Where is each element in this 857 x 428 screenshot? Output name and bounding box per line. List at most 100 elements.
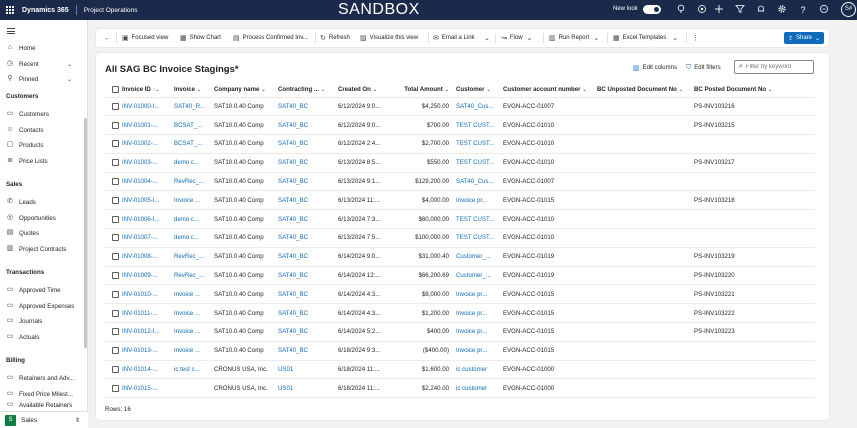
customer-cell[interactable]: TEST CUST... (456, 153, 503, 173)
contracting-unit-cell[interactable]: SAT40_BC (278, 284, 338, 305)
brand-title[interactable]: Dynamics 365 (22, 7, 69, 14)
chevron-down-icon[interactable]: ⌄ (67, 61, 72, 68)
contracting-unit-cell[interactable]: SAT40_BC (278, 303, 338, 324)
invoice-id-cell[interactable]: INV-01013-... (122, 341, 174, 361)
column-header-bc-posted-document-no[interactable]: BC Posted Document No ⌄ (694, 83, 815, 98)
column-header-bc-unposted-document-no[interactable]: BC Unposted Document No ⌄ (597, 83, 694, 98)
invoice-cell[interactable]: Invoice ... (174, 284, 214, 305)
table-row[interactable]: INV-01014-... ic test c... CRONUS USA, Inc… (105, 360, 815, 380)
contracting-unit-cell[interactable]: US01 (278, 378, 338, 399)
customer-cell[interactable]: SAT40_Cus... (456, 172, 503, 192)
invoice-id-cell[interactable]: INV-01000-I... (122, 97, 174, 117)
invoice-id-cell[interactable]: INV-01011-... (122, 303, 174, 324)
flow-button[interactable]: ↝ Flow ⌄ (501, 29, 535, 47)
invoice-cell[interactable]: demo c... (174, 153, 214, 173)
customer-cell[interactable]: Invoice pr... (456, 303, 503, 324)
lightbulb-icon[interactable] (675, 4, 687, 16)
sidebar-item-journals[interactable]: ▭ Journals (0, 314, 84, 328)
select-all-checkbox[interactable] (105, 83, 122, 98)
invoice-id-cell[interactable]: INV-01010-... (122, 284, 174, 305)
customer-cell[interactable]: ic customer (456, 378, 503, 399)
invoice-cell[interactable]: RevRec_... (174, 172, 214, 192)
invoice-cell[interactable]: RevRec_... (174, 247, 214, 267)
invoice-id-cell[interactable]: INV-01012-I... (122, 322, 174, 342)
column-header-invoice-id[interactable]: Invoice ID ↑⌄ (122, 83, 174, 98)
table-row[interactable]: INV-01007-... demo c... SAT10.0.40 Comp SAT… (105, 228, 815, 248)
customer-cell[interactable]: TEST CUST... (456, 134, 503, 154)
sidebar-item-home[interactable]: ⌂ Home (0, 41, 84, 55)
column-header-customer-account-number[interactable]: Customer account number ⌄ (503, 83, 597, 98)
contracting-unit-cell[interactable]: SAT40_BC (278, 322, 338, 342)
refresh-button[interactable]: ↻ Refresh (320, 29, 350, 47)
table-row[interactable]: INV-01000-I... SAT40_R... SAT10.0.40 Comp S… (105, 97, 815, 117)
customer-cell[interactable]: Invoice pr... (456, 341, 503, 361)
process-confirmed-button[interactable]: ▤ Process Confirmed Inv... (233, 29, 308, 47)
bell-icon[interactable] (755, 4, 767, 16)
visualize-button[interactable]: ▨ Visualize this view (360, 29, 418, 47)
row-select-checkbox[interactable] (105, 190, 122, 211)
invoice-id-cell[interactable]: INV-01005-I... (122, 190, 174, 211)
customer-cell[interactable]: TEST CUST... (456, 228, 503, 248)
hamburger-menu-icon[interactable] (7, 28, 15, 34)
invoice-id-cell[interactable]: INV-01006-I... (122, 209, 174, 230)
keyword-filter-input[interactable] (745, 64, 810, 70)
table-row[interactable]: INV-01012-I... Invoice ... SAT10.0.40 Comp… (105, 322, 815, 342)
sidebar-item-customers[interactable]: ▭ Customers (0, 107, 84, 121)
sidebar-item-quotes[interactable]: ▤ Quotes (0, 226, 84, 240)
invoice-cell[interactable]: Invoice ... (174, 190, 214, 211)
table-row[interactable]: INV-01006-I... demo c... SAT10.0.40 Comp SA… (105, 209, 815, 230)
row-select-checkbox[interactable] (105, 378, 122, 399)
invoice-id-cell[interactable]: INV-01009-... (122, 266, 174, 286)
customer-cell[interactable]: TEST CUST... (456, 115, 503, 136)
contracting-unit-cell[interactable]: SAT40_BC (278, 209, 338, 230)
invoice-cell[interactable]: demo c... (174, 228, 214, 248)
contracting-unit-cell[interactable]: SAT40_BC (278, 341, 338, 361)
row-select-checkbox[interactable] (105, 97, 122, 117)
sidebar-item-leads[interactable]: ✆ Leads (0, 195, 84, 209)
plus-icon[interactable] (713, 4, 725, 16)
column-header-contracting-unit[interactable]: Contracting ... ⌄ (278, 83, 338, 98)
share-button[interactable]: ⇪ Share ⌄ (784, 32, 824, 44)
row-select-checkbox[interactable] (105, 153, 122, 173)
row-select-checkbox[interactable] (105, 247, 122, 267)
sidebar-item-contacts[interactable]: ☺ Contacts (0, 123, 84, 137)
new-look-toggle[interactable] (643, 5, 661, 14)
table-row[interactable]: INV-01008-... RevRec_... SAT10.0.40 Comp SA… (105, 247, 815, 267)
invoice-id-cell[interactable]: INV-01004-... (122, 172, 174, 192)
app-name[interactable]: Project Operations (84, 7, 138, 14)
target-icon[interactable] (696, 4, 708, 16)
edit-columns-button[interactable]: ▥ Edit columns (633, 64, 677, 72)
row-select-checkbox[interactable] (105, 360, 122, 380)
invoice-cell[interactable]: demo c... (174, 209, 214, 230)
invoice-cell[interactable]: Invoice ... (174, 341, 214, 361)
area-switcher[interactable]: S Sales ⇕ (0, 411, 88, 428)
invoice-cell[interactable] (174, 378, 214, 399)
contracting-unit-cell[interactable]: SAT40_BC (278, 115, 338, 136)
table-row[interactable]: INV-01009-... RevRec_... SAT10.0.40 Comp SA… (105, 266, 815, 286)
column-header-customer[interactable]: Customer ⌄ (456, 83, 503, 98)
view-title[interactable]: All SAG BC Invoice Stagings* (105, 64, 239, 75)
table-row[interactable]: INV-01002-... BCSAT_... SAT10.0.40 Comp SAT… (105, 134, 815, 154)
invoice-cell[interactable]: Invoice ... (174, 303, 214, 324)
customer-cell[interactable]: Invoice pr... (456, 190, 503, 211)
chevron-down-icon[interactable]: ⌄ (67, 76, 72, 83)
contracting-unit-cell[interactable]: US01 (278, 360, 338, 380)
run-report-button[interactable]: ▥ Run Report ⌄ (549, 29, 602, 47)
row-select-checkbox[interactable] (105, 115, 122, 136)
table-row[interactable]: INV-01010-... Invoice ... SAT10.0.40 Comp S… (105, 284, 815, 305)
customer-cell[interactable]: Customer_... (456, 247, 503, 267)
invoice-cell[interactable]: ic test c... (174, 360, 214, 380)
invoice-cell[interactable]: Invoice ... (174, 322, 214, 342)
contracting-unit-cell[interactable]: SAT40_BC (278, 190, 338, 211)
table-row[interactable]: INV-01011-... Invoice ... SAT10.0.40 Comp S… (105, 303, 815, 324)
keyword-filter[interactable]: ⌕ (734, 60, 814, 74)
row-select-checkbox[interactable] (105, 134, 122, 154)
row-select-checkbox[interactable] (105, 341, 122, 361)
table-row[interactable]: INV-01003-... demo c... SAT10.0.40 Comp SAT… (105, 153, 815, 173)
customer-cell[interactable]: SAT40_Cus... (456, 97, 503, 117)
table-row[interactable]: INV-01015-... CRONUS USA, Inc. US01 6/18/20… (105, 378, 815, 399)
column-header-company-name[interactable]: Company name ⌄ (214, 83, 278, 98)
sidebar-scrollbar[interactable] (84, 118, 87, 348)
table-row[interactable]: INV-01005-I... Invoice ... SAT10.0.40 Comp… (105, 190, 815, 211)
row-select-checkbox[interactable] (105, 172, 122, 192)
